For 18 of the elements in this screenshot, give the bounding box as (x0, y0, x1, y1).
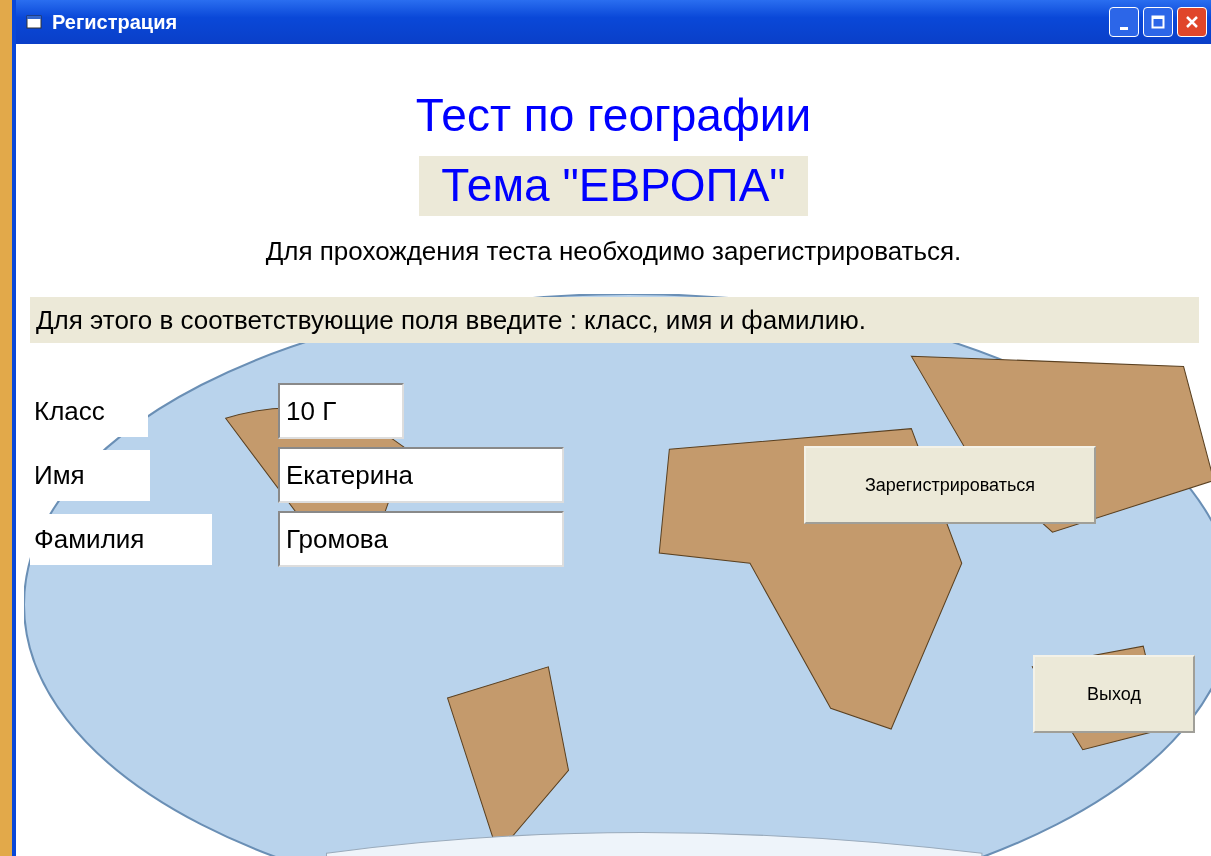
window-icon (26, 15, 42, 29)
intro-text: Для прохождения теста необходимо зарегистрироваться. (265, 236, 962, 267)
field-label: Фамилия (30, 513, 212, 565)
close-icon (1185, 15, 1199, 29)
window-title: Регистрация (52, 10, 178, 34)
test-heading: Тест по географии (415, 88, 812, 142)
input-field[interactable]: 10 Г (278, 383, 404, 439)
minimize-icon (1120, 26, 1128, 30)
exit-button[interactable]: Выход (1033, 655, 1195, 733)
register-button[interactable]: Зарегистрироваться (804, 446, 1096, 524)
input-field[interactable]: Екатерина (278, 447, 564, 503)
topic-heading: Тема "ЕВРОПА" (419, 156, 808, 216)
maximize-icon (1151, 15, 1165, 29)
instruction-text: Для этого в соответствующие поля введите : класс, имя и фамилию. (30, 297, 1199, 343)
input-field[interactable]: Громова (278, 511, 564, 567)
maximize-button[interactable] (1143, 7, 1173, 37)
close-button[interactable] (1177, 7, 1207, 37)
minimize-button[interactable] (1109, 7, 1139, 37)
